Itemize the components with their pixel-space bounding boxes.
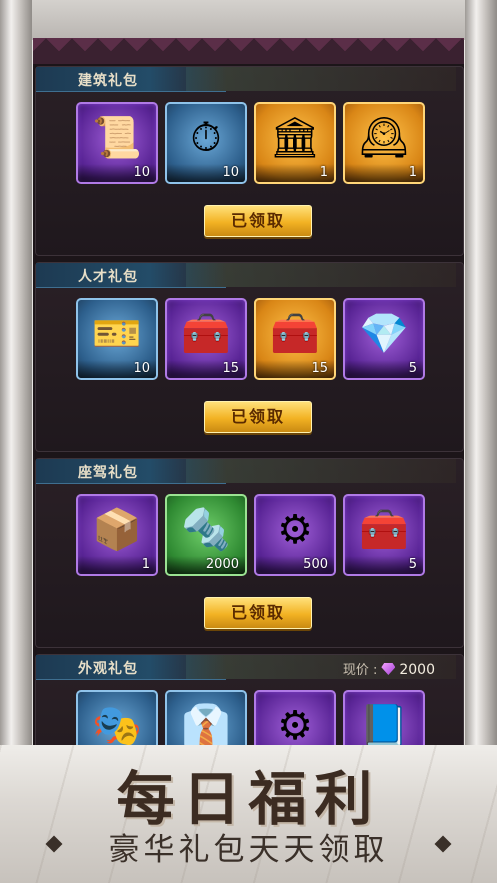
item-quantity: 1 <box>256 164 334 182</box>
item-quantity: 10 <box>78 360 156 378</box>
blueprint-icon: 🏛 <box>269 115 321 162</box>
header-stripe <box>186 459 456 483</box>
claimed-button[interactable]: 已领取 <box>204 401 312 433</box>
mask-coupon-icon: 🎭 <box>92 703 142 750</box>
section-title: 外观礼包 <box>78 661 138 677</box>
item-slot[interactable]: 🧰 5 <box>343 494 425 576</box>
item-slot[interactable]: 💎 5 <box>343 298 425 380</box>
gem-icon <box>381 663 396 675</box>
elite-recruit-ticket-icon: 🎫 <box>92 311 142 358</box>
gear-spring-icon: ⚙ <box>277 507 313 554</box>
item-quantity: 10 <box>78 164 156 182</box>
item-slot[interactable]: 🔩 2000 <box>165 494 247 576</box>
price-value: 2000 <box>399 662 435 678</box>
gift-section-appearance: 外观礼包 现价 : 2000 🎭 👔 ⚙ 📘 <box>35 654 464 750</box>
item-quantity: 1 <box>345 164 423 182</box>
gold-ticket-chest-icon: 🧰 <box>270 311 320 358</box>
stopwatch-icon: ⏱ <box>190 115 222 162</box>
claimed-button[interactable]: 已领取 <box>204 205 312 237</box>
section-title: 座驾礼包 <box>78 465 138 481</box>
section-title: 人才礼包 <box>78 269 138 285</box>
item-row: 🎭 👔 ⚙ 📘 <box>76 690 426 750</box>
item-quantity: 2000 <box>167 556 245 574</box>
curtain-valance <box>33 38 464 64</box>
claimed-button[interactable]: 已领取 <box>204 597 312 629</box>
item-row: 📦 1 🔩 2000 ⚙ 500 🧰 5 <box>76 494 426 576</box>
item-slot[interactable]: 🎫 10 <box>76 298 158 380</box>
item-quantity: 1 <box>78 556 156 574</box>
plan-book-icon: 📘 <box>359 703 409 750</box>
item-slot[interactable]: 📜 10 <box>76 102 158 184</box>
item-slot[interactable]: 📦 1 <box>76 494 158 576</box>
item-quantity: 15 <box>256 360 334 378</box>
outfit-coupon-icon: 👔 <box>181 703 231 750</box>
item-slot[interactable]: 🧰 15 <box>165 298 247 380</box>
item-row: 📜 10 ⏱ 10 🏛 1 🕰 1 <box>76 102 426 184</box>
steel-ingot-icon: 🔩 <box>181 507 231 554</box>
car-crate-icon: 📦 <box>92 507 142 554</box>
gift-section-building: 建筑礼包 📜 10 ⏱ 10 🏛 1 🕰 1 已领取 <box>35 66 464 256</box>
right-pillar <box>465 0 497 760</box>
item-slot[interactable]: 🧰 15 <box>254 298 336 380</box>
item-row: 🎫 10 🧰 15 🧰 15 💎 5 <box>76 298 426 380</box>
banner-subtitle: 豪华礼包天天领取 <box>108 832 389 868</box>
item-slot[interactable]: 🎭 <box>76 690 158 750</box>
item-quantity: 5 <box>345 360 423 378</box>
gift-section-vehicle: 座驾礼包 📦 1 🔩 2000 ⚙ 500 🧰 5 已领取 <box>35 458 464 648</box>
item-slot[interactable]: ⚙ <box>254 690 336 750</box>
gift-section-talent: 人才礼包 🎫 10 🧰 15 🧰 15 💎 5 已领取 <box>35 262 464 452</box>
item-slot[interactable]: 👔 <box>165 690 247 750</box>
item-quantity: 500 <box>256 556 334 574</box>
header-stripe <box>186 263 456 287</box>
header-stripe <box>186 67 456 91</box>
gear-spring-icon: ⚙ <box>277 703 313 750</box>
item-slot[interactable]: 🕰 1 <box>343 102 425 184</box>
item-slot[interactable]: ⏱ 10 <box>165 102 247 184</box>
item-slot[interactable]: 📘 <box>343 690 425 750</box>
item-slot[interactable]: ⚙ 500 <box>254 494 336 576</box>
gem-chest-icon: 💎 <box>359 311 409 358</box>
left-pillar <box>0 0 32 760</box>
top-wall <box>32 0 465 40</box>
pocket-watch-icon: 🕰 <box>358 115 410 162</box>
certificate-icon: 📜 <box>92 115 142 162</box>
price-tag: 现价 : 2000 <box>343 659 435 678</box>
item-slot[interactable]: 🏛 1 <box>254 102 336 184</box>
purple-ticket-chest-icon: 🧰 <box>181 311 231 358</box>
item-quantity: 5 <box>345 556 423 574</box>
gift-pack-panel[interactable]: 建筑礼包 📜 10 ⏱ 10 🏛 1 🕰 1 已领取 人才礼包 🎫 10 🧰 1… <box>33 38 464 750</box>
section-title: 建筑礼包 <box>78 73 138 89</box>
price-label: 现价 : <box>342 663 378 678</box>
gold-chest-icon: 🧰 <box>359 507 409 554</box>
item-quantity: 10 <box>167 164 245 182</box>
item-quantity: 15 <box>167 360 245 378</box>
